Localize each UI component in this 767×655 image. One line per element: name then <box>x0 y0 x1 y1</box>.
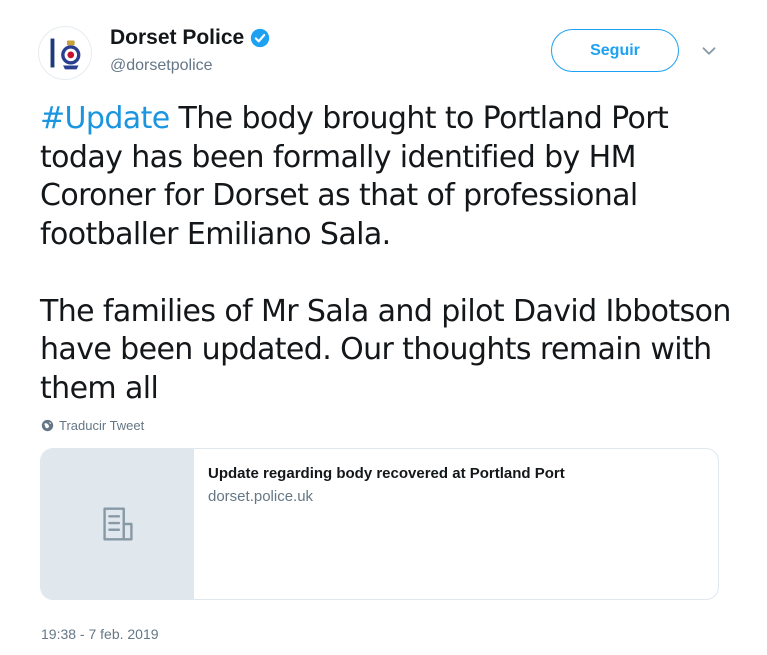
globe-icon <box>41 419 54 432</box>
police-crest-icon <box>50 38 81 70</box>
translate-tweet-link[interactable]: Traducir Tweet <box>41 418 144 433</box>
tweet-paragraph-2: The families of Mr Sala and pilot David … <box>40 293 731 406</box>
tweet-paragraph-1: #Update The body brought to Portland Por… <box>40 100 740 254</box>
translate-label: Traducir Tweet <box>59 418 145 433</box>
author-handle[interactable]: @dorsetpolice <box>110 57 213 75</box>
link-card-thumbnail <box>41 449 194 599</box>
link-card-domain: dorset.police.uk <box>208 488 314 505</box>
follow-button[interactable]: Seguir <box>551 29 679 72</box>
link-card-title: Update regarding body recovered at Portl… <box>208 465 565 482</box>
link-card-body: Update regarding body recovered at Portl… <box>194 449 718 599</box>
hashtag-link[interactable]: #Update <box>40 101 170 136</box>
author-name-row: Dorset Police <box>110 26 270 50</box>
document-icon <box>95 501 141 547</box>
author-avatar[interactable] <box>38 26 92 80</box>
author-display-name[interactable]: Dorset Police <box>110 26 244 50</box>
chevron-down-icon[interactable] <box>698 40 720 62</box>
verified-badge-icon <box>250 28 270 48</box>
tweet-timestamp[interactable]: 19:38 - 7 feb. 2019 <box>41 626 159 642</box>
tweet-text: #Update The body brought to Portland Por… <box>40 100 740 408</box>
link-card[interactable]: Update regarding body recovered at Portl… <box>40 448 719 600</box>
